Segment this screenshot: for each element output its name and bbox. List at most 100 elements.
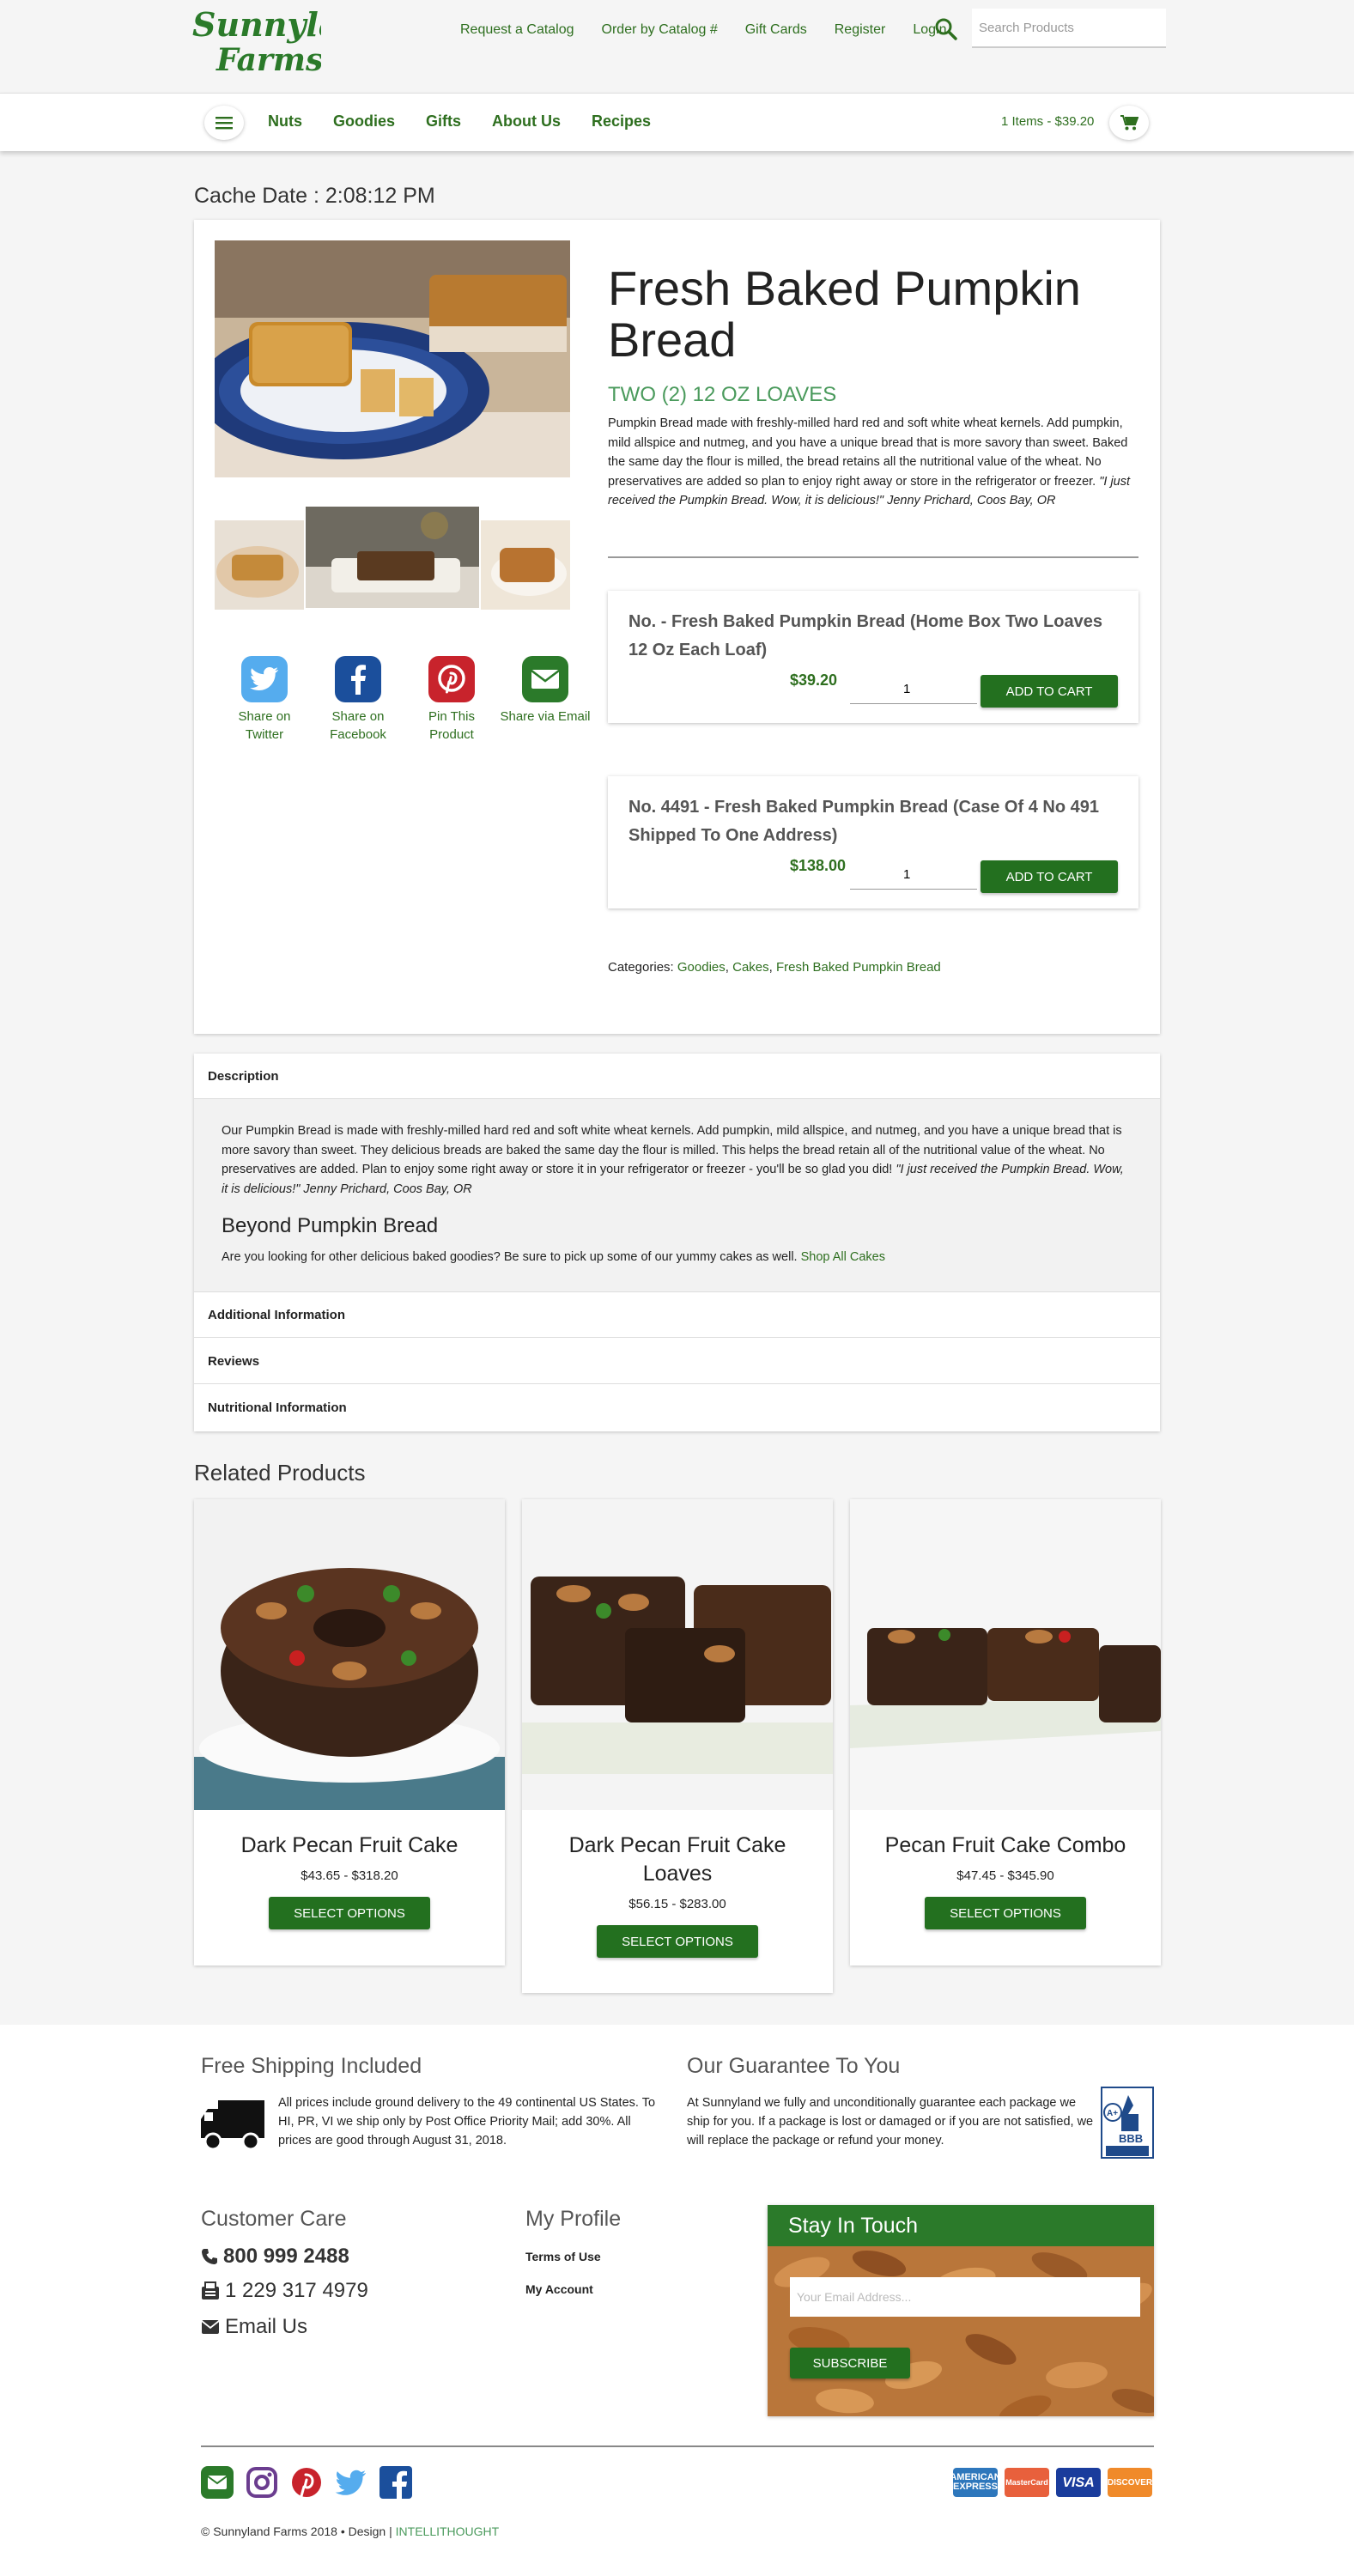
shop-all-cakes-link[interactable]: Shop All Cakes — [801, 1250, 885, 1264]
category-link-cakes[interactable]: Cakes — [732, 960, 769, 975]
beyond-body: Are you looking for other delicious bake… — [222, 1250, 798, 1264]
twitter-icon[interactable] — [335, 2466, 367, 2499]
related-product-card: Dark Pecan Fruit Cake $43.65 - $318.20 S… — [194, 1499, 505, 1965]
my-profile-heading: My Profile — [525, 2207, 622, 2231]
nav-item-about-us[interactable]: About Us — [492, 112, 561, 131]
pinterest-icon[interactable] — [290, 2466, 323, 2499]
shipping-heading: Free Shipping Included — [201, 2054, 422, 2078]
add-to-cart-button[interactable]: ADD TO CART — [981, 860, 1118, 893]
tab-description[interactable]: Description — [194, 1054, 1160, 1099]
quantity-field — [850, 860, 977, 890]
instagram-icon[interactable] — [246, 2466, 278, 2499]
cart-button[interactable] — [1109, 106, 1149, 140]
share-pinterest-label: Pin This Product — [428, 709, 475, 742]
product-thumbnail-2[interactable] — [306, 507, 479, 608]
divider — [608, 556, 1138, 558]
hamburger-icon — [216, 117, 233, 130]
related-product-price: $43.65 - $318.20 — [301, 1868, 398, 1883]
footer-divider — [201, 2445, 1154, 2447]
related-product-image[interactable] — [194, 1499, 505, 1810]
nav-item-nuts[interactable]: Nuts — [268, 112, 302, 131]
register-link[interactable]: Register — [835, 22, 886, 38]
product-thumbnail-3[interactable] — [481, 520, 570, 610]
share-facebook[interactable]: Share on Facebook — [312, 656, 404, 744]
designer-link[interactable]: INTELLITHOUGHT — [396, 2524, 500, 2538]
shopping-cart-icon — [1120, 115, 1138, 131]
share-pinterest[interactable]: Pin This Product — [405, 656, 498, 744]
tab-reviews[interactable]: Reviews — [194, 1339, 1160, 1384]
related-product-image[interactable] — [522, 1499, 833, 1810]
email-us-text: Email Us — [225, 2315, 308, 2338]
cart-summary[interactable]: 1 Items - $39.20 — [1001, 114, 1094, 129]
fax-text: 1 229 317 4979 — [225, 2279, 368, 2302]
newsletter-email-input[interactable] — [790, 2277, 1140, 2317]
share-facebook-label: Share on Facebook — [330, 709, 386, 742]
guarantee-heading: Our Guarantee To You — [687, 2054, 901, 2078]
bbb-seal[interactable]: A+ BBB — [1101, 2087, 1154, 2159]
footer: Free Shipping Included All prices includ… — [0, 2025, 1354, 2576]
shipping-text: All prices include ground delivery to th… — [278, 2096, 656, 2148]
related-product-name[interactable]: Dark Pecan Fruit Cake Loaves — [522, 1832, 833, 1888]
newsletter-box: Stay In Touch SUBSCRIBE — [768, 2205, 1154, 2416]
nav-items: Nuts Goodies Gifts About Us Recipes — [268, 112, 682, 131]
facebook-icon[interactable] — [379, 2466, 412, 2499]
envelope-icon — [201, 2320, 220, 2334]
nav-item-gifts[interactable]: Gifts — [426, 112, 461, 131]
phone-text: 800 999 2488 — [223, 2245, 349, 2268]
email-us[interactable]: Email Us — [201, 2315, 307, 2339]
cache-date: Cache Date : 2:08:12 PM — [194, 184, 435, 208]
variant-card-case: No. 4491 - Fresh Baked Pumpkin Bread (Ca… — [608, 776, 1138, 908]
fax-icon — [202, 2281, 219, 2300]
request-catalog-link[interactable]: Request a Catalog — [460, 22, 574, 38]
category-link-goodies[interactable]: Goodies — [677, 960, 726, 975]
sunnyland-logo[interactable]: Sunnyland Farms — [192, 5, 321, 76]
related-product-name[interactable]: Dark Pecan Fruit Cake — [194, 1832, 505, 1860]
stay-in-touch-heading: Stay In Touch — [768, 2205, 1154, 2246]
related-product-name[interactable]: Pecan Fruit Cake Combo — [850, 1832, 1161, 1860]
quantity-input[interactable] — [850, 675, 977, 703]
nav-item-goodies[interactable]: Goodies — [333, 112, 395, 131]
beyond-heading: Beyond Pumpkin Bread — [222, 1214, 439, 1237]
variant-title: No. 4491 - Fresh Baked Pumpkin Bread (Ca… — [628, 798, 1099, 845]
my-account-link[interactable]: My Account — [525, 2282, 593, 2296]
share-twitter[interactable]: Share on Twitter — [218, 656, 311, 744]
terms-of-use-link[interactable]: Terms of Use — [525, 2250, 601, 2263]
bbb-logo-icon: A+ BBB — [1103, 2095, 1149, 2156]
select-options-button[interactable]: SELECT OPTIONS — [269, 1897, 430, 1929]
search-input[interactable] — [972, 9, 1166, 46]
menu-button[interactable] — [204, 106, 244, 140]
search-field — [972, 9, 1166, 48]
copyright-text: © Sunnyland Farms 2018 • Design | — [201, 2524, 392, 2538]
facebook-icon — [335, 656, 381, 702]
variant-card-home-box: No. - Fresh Baked Pumpkin Bread (Home Bo… — [608, 591, 1138, 723]
description-text: Our Pumpkin Bread is made with freshly-m… — [222, 1121, 1132, 1199]
tab-nutritional-information[interactable]: Nutritional Information — [194, 1385, 1160, 1431]
discover-icon: DISCOVER — [1108, 2468, 1152, 2497]
share-twitter-label: Share on Twitter — [238, 709, 291, 742]
mastercard-icon: MasterCard — [1005, 2468, 1049, 2497]
select-options-button[interactable]: SELECT OPTIONS — [597, 1925, 758, 1958]
add-to-cart-button[interactable]: ADD TO CART — [981, 675, 1118, 708]
select-options-button[interactable]: SELECT OPTIONS — [925, 1897, 1086, 1929]
order-by-catalog-link[interactable]: Order by Catalog # — [602, 22, 718, 38]
phone-number[interactable]: 800 999 2488 — [201, 2245, 349, 2269]
truck-icon — [201, 2100, 264, 2151]
product-main-image[interactable] — [215, 240, 570, 477]
category-link-pumpkin-bread[interactable]: Fresh Baked Pumpkin Bread — [776, 960, 941, 975]
nav-item-recipes[interactable]: Recipes — [592, 112, 651, 131]
share-email[interactable]: Share via Email — [499, 656, 592, 744]
gift-cards-link[interactable]: Gift Cards — [745, 22, 807, 38]
tab-additional-information[interactable]: Additional Information — [194, 1292, 1160, 1338]
pinterest-icon — [428, 656, 475, 702]
related-product-card: Pecan Fruit Cake Combo $47.45 - $345.90 … — [850, 1499, 1161, 1965]
phone-icon — [202, 2249, 217, 2264]
customer-care-heading: Customer Care — [201, 2207, 347, 2231]
related-product-price: $47.45 - $345.90 — [956, 1868, 1054, 1883]
product-thumbnail-1[interactable] — [215, 520, 304, 610]
search-icon[interactable] — [934, 17, 958, 41]
quantity-input[interactable] — [850, 860, 977, 889]
email-icon[interactable] — [201, 2466, 234, 2499]
product-card: Share on Twitter Share on Facebook Pin T… — [194, 220, 1160, 1034]
subscribe-button[interactable]: SUBSCRIBE — [790, 2348, 910, 2379]
related-product-image[interactable] — [850, 1499, 1161, 1810]
